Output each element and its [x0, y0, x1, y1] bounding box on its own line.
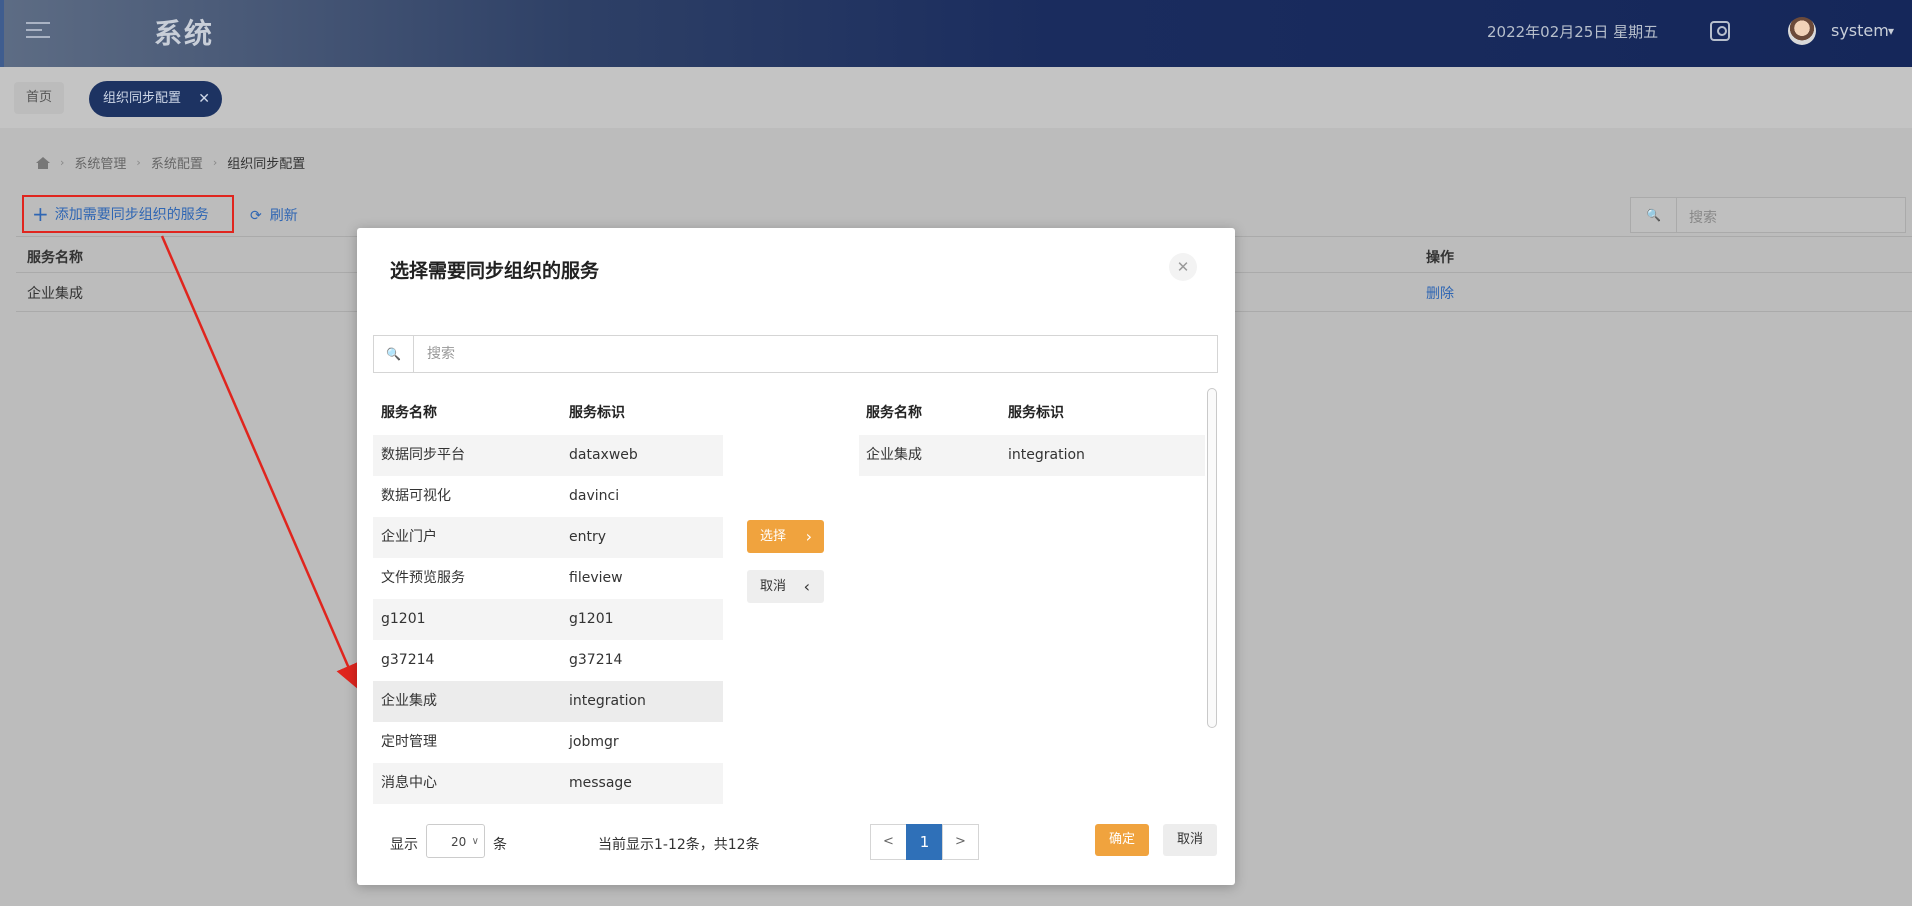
list-item[interactable]: 消息中心 message — [373, 763, 723, 804]
prev-page-button[interactable]: < — [870, 824, 907, 860]
search-box[interactable]: 🔍 搜索 — [1630, 197, 1906, 233]
tabs-bar: 首页 组织同步配置 ✕ — [0, 67, 1912, 128]
page-size-label: 显示 — [390, 837, 418, 853]
column-header-id: 服务标识 — [1008, 405, 1064, 421]
service-name: g37214 — [381, 652, 435, 668]
add-service-label: 添加需要同步组织的服务 — [54, 207, 209, 223]
service-id: entry — [569, 529, 607, 545]
close-icon[interactable]: ✕ — [198, 81, 210, 117]
plus-icon: + — [32, 202, 49, 226]
chevron-down-icon: ∨ — [471, 836, 479, 847]
list-header: 服务名称 服务标识 — [373, 393, 723, 435]
avatar[interactable] — [1788, 17, 1816, 45]
chevron-right-icon: › — [212, 156, 218, 169]
column-header-name: 服务名称 — [381, 405, 437, 421]
header-date: 2022年02月25日 星期五 — [1487, 23, 1659, 41]
next-page-button[interactable]: > — [942, 824, 979, 860]
service-name: g1201 — [381, 611, 426, 627]
page-size-value: 20 — [451, 835, 467, 849]
list-item[interactable]: 定时管理 jobmgr — [373, 722, 723, 763]
deselect-label: 取消 — [760, 579, 787, 594]
page-button-current[interactable]: 1 — [906, 824, 943, 860]
tab-org-sync-config[interactable]: 组织同步配置 ✕ — [89, 81, 222, 117]
service-id: dataxweb — [569, 447, 638, 463]
available-services-list: 服务名称 服务标识 数据同步平台 dataxweb 数据可视化 davinci … — [373, 393, 723, 808]
service-id: fileview — [569, 570, 623, 586]
breadcrumb-item[interactable]: 系统配置 — [151, 153, 203, 172]
list-item[interactable]: 企业集成 integration — [859, 435, 1205, 476]
chevron-left-icon: ‹ — [803, 577, 810, 596]
service-id: g37214 — [569, 652, 623, 668]
service-id: message — [569, 775, 632, 791]
list-item[interactable]: g37214 g37214 — [373, 640, 723, 681]
tab-home[interactable]: 首页 — [14, 82, 65, 114]
service-name: 定时管理 — [381, 734, 437, 750]
page-size-select[interactable]: 20 ∨ — [426, 824, 485, 858]
chevron-right-icon: › — [805, 527, 812, 546]
tab-label: 组织同步配置 — [103, 91, 182, 106]
contact-card-icon[interactable] — [1710, 21, 1730, 41]
service-id: jobmgr — [569, 734, 619, 750]
service-name: 文件预览服务 — [381, 570, 465, 586]
add-service-button[interactable]: + 添加需要同步组织的服务 — [22, 195, 234, 233]
service-name: 企业集成 — [866, 447, 922, 463]
refresh-button[interactable]: ⟳ 刷新 — [250, 205, 298, 225]
confirm-button[interactable]: 确定 — [1095, 824, 1149, 856]
select-label: 选择 — [760, 529, 787, 544]
selected-services-list: 服务名称 服务标识 企业集成 integration — [859, 393, 1205, 793]
list-header: 服务名称 服务标识 — [859, 393, 1205, 435]
delete-link[interactable]: 删除 — [1426, 283, 1454, 303]
dialog-search: 🔍 — [373, 335, 1218, 373]
service-name: 数据同步平台 — [381, 447, 465, 463]
breadcrumb-current: 组织同步配置 — [227, 157, 306, 172]
app-title: 系统 — [154, 17, 215, 50]
refresh-label: 刷新 — [269, 208, 298, 224]
list-item-selected[interactable]: 企业集成 integration — [373, 681, 723, 722]
service-id: integration — [569, 693, 646, 709]
service-id: davinci — [569, 488, 620, 504]
service-name: 企业集成 — [381, 693, 437, 709]
username[interactable]: system — [1831, 21, 1889, 40]
pagination-info: 当前显示1-12条，共12条 — [598, 837, 760, 853]
service-id: g1201 — [569, 611, 614, 627]
search-icon: 🔍 — [1631, 198, 1677, 232]
top-header: 系统 2022年02月25日 星期五 system ▾ — [0, 0, 1912, 67]
search-icon: 🔍 — [374, 336, 414, 372]
list-item[interactable]: 数据同步平台 dataxweb — [373, 435, 723, 476]
scrollbar[interactable] — [1207, 388, 1217, 728]
chevron-right-icon: › — [60, 156, 65, 169]
column-header-id: 服务标识 — [569, 405, 625, 421]
select-services-dialog: 选择需要同步组织的服务 ✕ 🔍 服务名称 服务标识 数据同步平台 dataxwe… — [357, 228, 1235, 885]
refresh-icon: ⟳ — [250, 208, 262, 224]
dialog-search-input[interactable] — [415, 336, 1215, 372]
service-name-cell: 企业集成 — [27, 286, 83, 302]
chevron-right-icon: › — [136, 156, 141, 169]
list-item[interactable]: 数据可视化 davinci — [373, 476, 723, 517]
pagination: < 1 > — [870, 824, 979, 860]
menu-toggle-icon[interactable] — [26, 22, 50, 40]
service-name: 消息中心 — [381, 775, 437, 791]
select-button[interactable]: 选择 › — [747, 520, 824, 553]
list-item[interactable]: g1201 g1201 — [373, 599, 723, 640]
column-header-name: 服务名称 — [27, 250, 83, 266]
breadcrumb: › 系统管理 › 系统配置 › 组织同步配置 — [36, 153, 305, 172]
dialog-title: 选择需要同步组织的服务 — [390, 260, 600, 282]
close-icon[interactable]: ✕ — [1169, 253, 1197, 281]
service-name: 数据可视化 — [381, 488, 451, 504]
service-name: 企业门户 — [381, 529, 437, 545]
column-header-name: 服务名称 — [866, 405, 922, 421]
list-item[interactable]: 企业门户 entry — [373, 517, 723, 558]
service-id: integration — [1008, 447, 1085, 463]
page-size-unit: 条 — [493, 837, 507, 853]
list-item[interactable]: 文件预览服务 fileview — [373, 558, 723, 599]
home-icon[interactable] — [36, 156, 50, 169]
breadcrumb-item[interactable]: 系统管理 — [74, 153, 126, 172]
chevron-down-icon[interactable]: ▾ — [1888, 24, 1894, 38]
column-header-action: 操作 — [1426, 250, 1454, 266]
search-placeholder: 搜索 — [1689, 210, 1717, 226]
cancel-button[interactable]: 取消 — [1163, 824, 1217, 856]
deselect-button[interactable]: 取消 ‹ — [747, 570, 824, 603]
